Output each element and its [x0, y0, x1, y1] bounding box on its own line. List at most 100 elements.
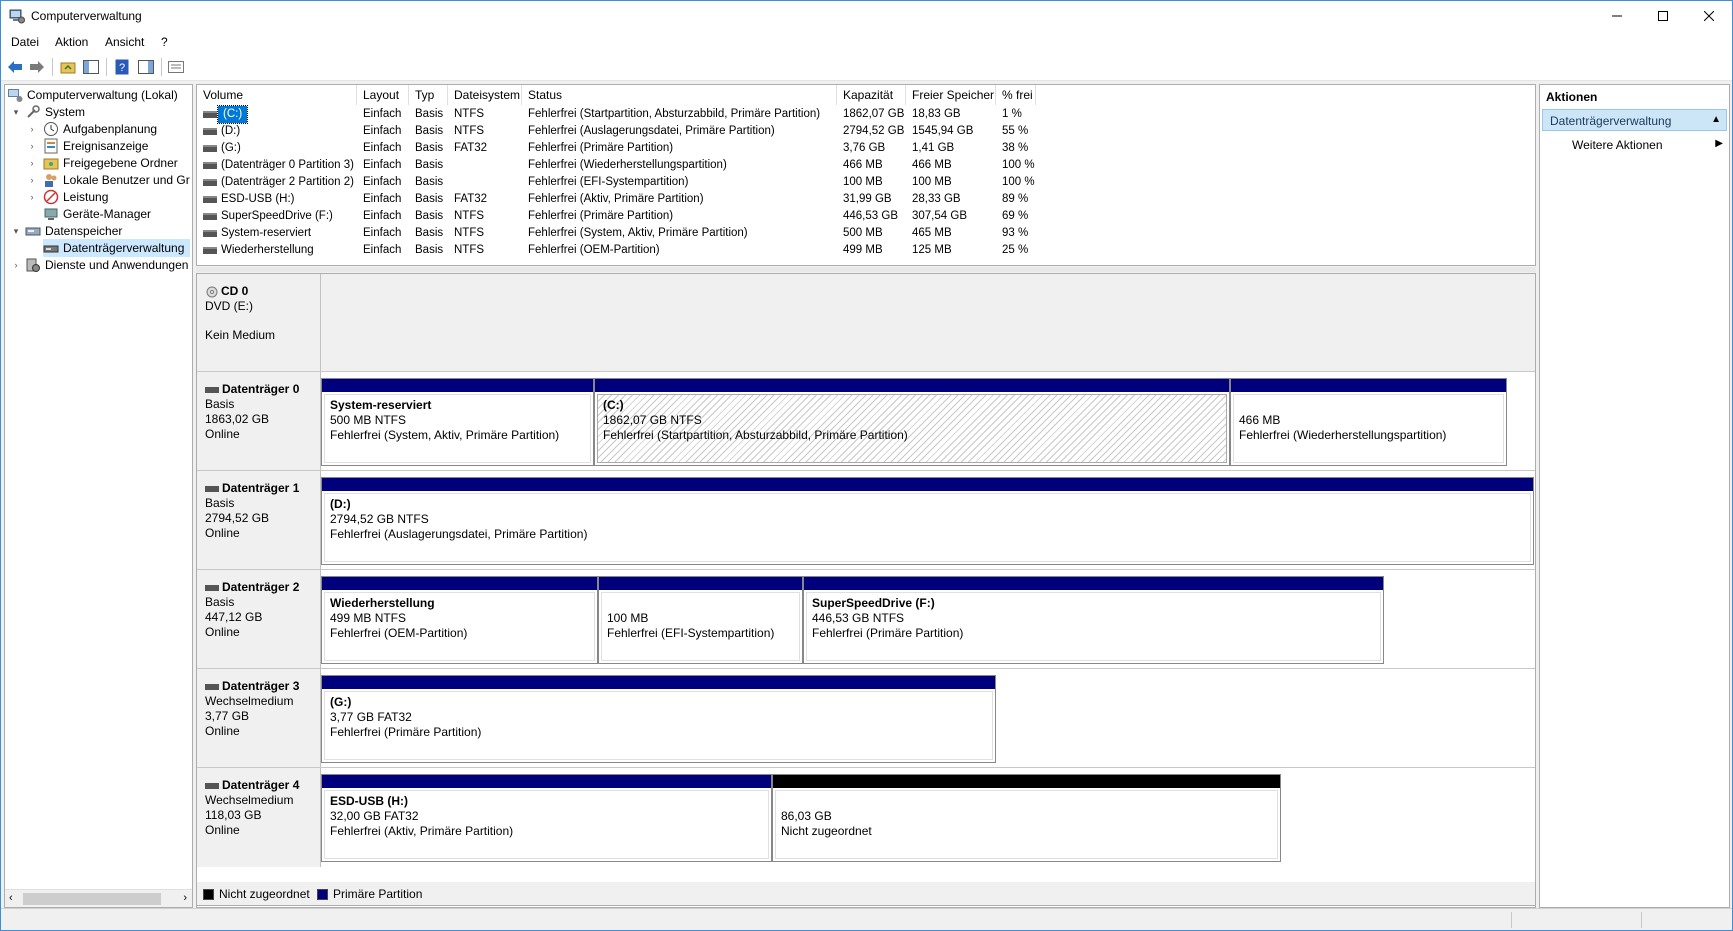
menu-aktion[interactable]: Aktion [55, 35, 88, 49]
collapse-icon[interactable]: ▾ [11, 226, 21, 236]
disk-state: Kein Medium [205, 328, 276, 342]
disk-row-datentraeger-1[interactable]: Datenträger 1 Basis 2794,52 GB Online (D… [197, 471, 1535, 570]
disk-info[interactable]: CD 0 DVD (E:) Kein Medium [197, 274, 321, 371]
volume-cell: (D:) [221, 125, 241, 137]
scroll-right-icon[interactable]: › [183, 892, 187, 904]
volume-row[interactable]: Wiederherstellung Einfach Basis NTFS Fehlerf… [197, 242, 1535, 259]
scroll-left-icon[interactable]: ‹ [9, 892, 13, 904]
disk-info[interactable]: Datenträger 2 Basis 447,12 GB Online [197, 570, 321, 668]
volume-row[interactable]: ESD-USB (H:) Einfach Basis FAT32 Fehlerfrei … [197, 191, 1535, 208]
collapse-up-icon[interactable]: ▲ [1711, 114, 1721, 125]
forward-button[interactable] [28, 58, 46, 76]
submenu-arrow-icon[interactable]: ▶ [1715, 138, 1723, 149]
disk-info[interactable]: Datenträger 0 Basis 1863,02 GB Online [197, 372, 321, 470]
volume-cell: NTFS [454, 244, 485, 256]
partition-esd-usb[interactable]: ESD-USB (H:) 32,00 GB FAT32 Fehlerfrei (… [321, 774, 772, 862]
disk-info[interactable]: Datenträger 1 Basis 2794,52 GB Online [197, 471, 321, 569]
volume-cell: System-reserviert [221, 227, 312, 239]
volume-cell: NTFS [454, 210, 485, 222]
tree-item-ereignisanzeige[interactable]: Ereignisanzeige [43, 137, 148, 155]
tree-item-root[interactable]: Computerverwaltung (Lokal) [7, 86, 178, 104]
disk-info[interactable]: Datenträger 4 Wechselmedium 118,03 GB On… [197, 768, 321, 867]
show-hide-tree-button[interactable] [82, 58, 100, 76]
actions-section-header[interactable]: Datenträgerverwaltung ▲ [1542, 109, 1727, 131]
partition-c[interactable]: (C:) 1862,07 GB NTFS Fehlerfrei (Startpa… [594, 378, 1230, 466]
tree-item-leistung[interactable]: Leistung [43, 188, 108, 206]
tree-item-system[interactable]: System [25, 103, 85, 121]
disk-info[interactable]: Datenträger 3 Wechselmedium 3,77 GB Onli… [197, 669, 321, 767]
back-button[interactable] [6, 58, 24, 76]
close-button[interactable] [1686, 1, 1732, 31]
expand-icon[interactable]: › [27, 175, 37, 185]
tree-item-label: Datenträgerverwaltung [63, 241, 185, 255]
tree-item-dienste-anwendungen[interactable]: Dienste und Anwendungen [25, 256, 188, 274]
menu-datei[interactable]: Datei [11, 35, 39, 49]
tools-icon [27, 105, 40, 118]
disk-row-datentraeger-4[interactable]: Datenträger 4 Wechselmedium 118,03 GB On… [197, 768, 1535, 867]
folder-up-icon [60, 62, 76, 74]
column-header-kapazitaet[interactable]: Kapazität [837, 85, 906, 105]
volume-cell: 1,41 GB [912, 142, 955, 154]
volume-row[interactable]: (G:) Einfach Basis FAT32 Fehlerfrei (Primäre… [197, 140, 1535, 157]
maximize-button[interactable] [1640, 1, 1686, 31]
disk-row-datentraeger-0[interactable]: Datenträger 0 Basis 1863,02 GB Online Sy… [197, 372, 1535, 471]
volume-cell: 465 MB [912, 227, 952, 239]
volume-row[interactable]: SuperSpeedDrive (F:) Einfach Basis NTFS Fehl… [197, 208, 1535, 225]
partition-wiederherstellung[interactable]: Wiederherstellung 499 MB NTFS Fehlerfrei… [321, 576, 598, 664]
tree-item-datentraegerverwaltung[interactable]: Datenträgerverwaltung [43, 239, 190, 257]
partition-recovery[interactable]: 466 MB Fehlerfrei (Wiederherstellungspar… [1230, 378, 1507, 466]
expand-icon[interactable]: › [11, 260, 21, 270]
tree-item-freigegebene-ordner[interactable]: Freigegebene Ordner [43, 154, 178, 172]
partition-g[interactable]: (G:) 3,77 GB FAT32 Fehlerfrei (Primäre P… [321, 675, 996, 763]
show-hide-action-pane-button[interactable] [137, 58, 155, 76]
tree-horizontal-scrollbar[interactable]: ‹ › [5, 889, 192, 907]
disk-row-datentraeger-2[interactable]: Datenträger 2 Basis 447,12 GB Online Wie… [197, 570, 1535, 669]
volume-row[interactable]: (Datenträger 2 Partition 2) Einfach Basis F… [197, 174, 1535, 191]
partition-system-reserviert[interactable]: System-reserviert 500 MB NTFS Fehlerfrei… [321, 378, 594, 466]
menu-help[interactable]: ? [161, 35, 168, 49]
column-header-volume[interactable]: Volume [197, 85, 357, 105]
partition-unallocated[interactable]: 86,03 GB Nicht zugeordnet [772, 774, 1281, 862]
expand-icon[interactable]: › [27, 158, 37, 168]
volume-row[interactable]: (Datenträger 0 Partition 3) Einfach Basis F… [197, 157, 1535, 174]
volume-list-header: Volume Layout Typ Dateisystem Status Kap… [197, 85, 1535, 105]
column-header-prozent-frei[interactable]: % frei [996, 85, 1036, 105]
disk-icon [205, 386, 219, 393]
tree-item-lokale-benutzer[interactable]: Lokale Benutzer und Gr [43, 171, 190, 189]
help-button[interactable]: ? [113, 58, 131, 76]
partition-superspeeddrive[interactable]: SuperSpeedDrive (F:) 446,53 GB NTFS Fehl… [803, 576, 1384, 664]
tree-item-geraete-manager[interactable]: Geräte-Manager [43, 205, 151, 223]
tree-item-label: System [45, 105, 86, 119]
column-header-freier-speicher[interactable]: Freier Speicher [906, 85, 996, 105]
column-header-typ[interactable]: Typ [409, 85, 448, 105]
up-folder-button[interactable] [59, 58, 77, 76]
disk-icon [205, 584, 219, 591]
column-header-status[interactable]: Status [522, 85, 837, 105]
disk-row-cd0[interactable]: CD 0 DVD (E:) Kein Medium [197, 274, 1535, 372]
partition-d[interactable]: (D:) 2794,52 GB NTFS Fehlerfrei (Auslage… [321, 477, 1534, 565]
partition-size: 446,53 GB NTFS [812, 611, 905, 625]
pane-splitter[interactable] [196, 267, 1536, 272]
menu-ansicht[interactable]: Ansicht [105, 35, 144, 49]
expand-icon[interactable]: › [27, 192, 37, 202]
window-title: Computerverwaltung [31, 9, 142, 23]
tree-item-aufgabenplanung[interactable]: Aufgabenplanung [43, 120, 157, 138]
weitere-aktionen-link[interactable]: Weitere Aktionen [1572, 138, 1663, 152]
volume-cell: (C:) [216, 105, 249, 124]
column-header-dateisystem[interactable]: Dateisystem [448, 85, 522, 105]
volume-row[interactable]: System-reserviert Einfach Basis NTFS Fehlerf… [197, 225, 1535, 242]
minimize-button[interactable] [1594, 1, 1640, 31]
expand-icon[interactable]: › [27, 141, 37, 151]
tree-item-datenspeicher[interactable]: Datenspeicher [25, 222, 122, 240]
disk-row-datentraeger-3[interactable]: Datenträger 3 Wechselmedium 3,77 GB Onli… [197, 669, 1535, 768]
disk-size: 3,77 GB [205, 709, 250, 723]
volume-icon [203, 196, 217, 203]
partition-efi[interactable]: 100 MB Fehlerfrei (EFI-Systempartition) [598, 576, 803, 664]
column-header-layout[interactable]: Layout [357, 85, 409, 105]
expand-icon[interactable]: › [27, 124, 37, 134]
scrollbar-thumb[interactable] [23, 893, 161, 905]
properties-button[interactable] [167, 58, 185, 76]
collapse-icon[interactable]: ▾ [11, 107, 21, 117]
volume-row[interactable]: (C:) Einfach Basis NTFS Fehlerfrei (Startpar… [197, 105, 1535, 124]
volume-row[interactable]: (D:) Einfach Basis NTFS Fehlerfrei (Auslager… [197, 123, 1535, 140]
